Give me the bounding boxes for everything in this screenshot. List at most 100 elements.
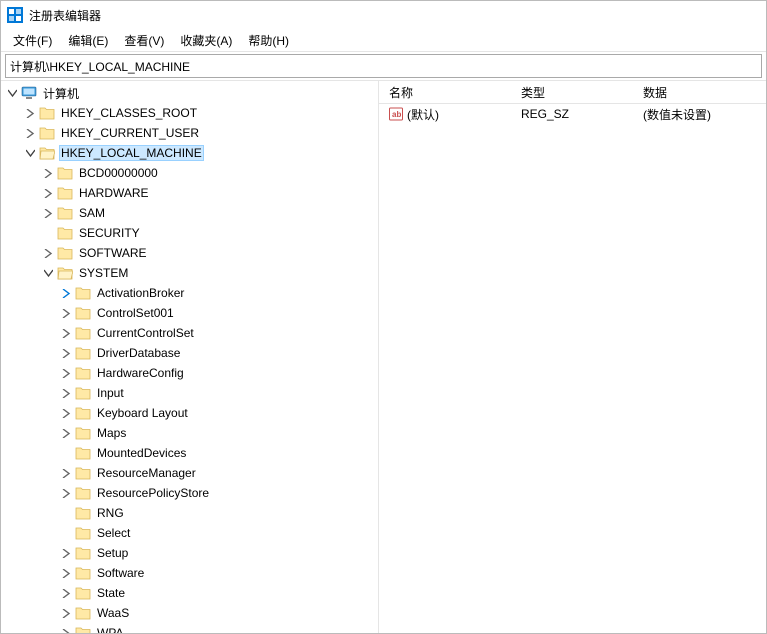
computer-icon <box>21 85 37 101</box>
content-area: 计算机 HKEY_CLASSES_ROOT HKEY_CURRENT_USER <box>1 80 766 633</box>
folder-icon <box>75 585 91 601</box>
expand-icon[interactable] <box>59 306 73 320</box>
tree-label: Select <box>95 525 132 541</box>
tree-node-system[interactable]: SYSTEM <box>1 263 378 283</box>
expand-icon[interactable] <box>59 326 73 340</box>
tree-node-currentcontrolset[interactable]: CurrentControlSet <box>1 323 378 343</box>
tree-label: HKEY_CLASSES_ROOT <box>59 105 199 121</box>
tree-label: ControlSet001 <box>95 305 176 321</box>
values-list-pane[interactable]: 名称 类型 数据 (默认) REG_SZ (数值未设置) <box>379 81 766 633</box>
expand-icon[interactable] <box>59 366 73 380</box>
tree-node-hardwareconfig[interactable]: HardwareConfig <box>1 363 378 383</box>
tree-node-hkcu[interactable]: HKEY_CURRENT_USER <box>1 123 378 143</box>
expand-icon[interactable] <box>59 406 73 420</box>
expand-icon[interactable] <box>23 126 37 140</box>
tree-pane[interactable]: 计算机 HKEY_CLASSES_ROOT HKEY_CURRENT_USER <box>1 81 379 633</box>
expand-icon[interactable] <box>5 86 19 100</box>
tree-node-sam[interactable]: SAM <box>1 203 378 223</box>
tree-node-controlset001[interactable]: ControlSet001 <box>1 303 378 323</box>
tree-label: 计算机 <box>41 84 81 103</box>
expand-icon[interactable] <box>59 286 73 300</box>
expand-icon[interactable] <box>59 486 73 500</box>
tree-node-resourcepolicystore[interactable]: ResourcePolicyStore <box>1 483 378 503</box>
tree-label: HardwareConfig <box>95 365 186 381</box>
expand-icon[interactable] <box>59 566 73 580</box>
expand-icon[interactable] <box>59 346 73 360</box>
expand-icon[interactable] <box>59 546 73 560</box>
menu-favorites[interactable]: 收藏夹(A) <box>172 30 240 51</box>
tree-node-keyboardlayout[interactable]: Keyboard Layout <box>1 403 378 423</box>
expand-icon[interactable] <box>41 246 55 260</box>
folder-icon <box>75 305 91 321</box>
menu-help[interactable]: 帮助(H) <box>240 30 297 51</box>
registry-tree: 计算机 HKEY_CLASSES_ROOT HKEY_CURRENT_USER <box>1 83 378 633</box>
address-path: 计算机\HKEY_LOCAL_MACHINE <box>10 58 190 75</box>
tree-node-bcd[interactable]: BCD00000000 <box>1 163 378 183</box>
folder-icon <box>75 445 91 461</box>
tree-node-input[interactable]: Input <box>1 383 378 403</box>
expand-icon[interactable] <box>23 146 37 160</box>
tree-node-select[interactable]: Select <box>1 523 378 543</box>
expand-icon[interactable] <box>59 626 73 633</box>
list-header: 名称 类型 数据 <box>379 81 766 104</box>
tree-node-hkcr[interactable]: HKEY_CLASSES_ROOT <box>1 103 378 123</box>
folder-icon <box>75 625 91 633</box>
tree-node-setup[interactable]: Setup <box>1 543 378 563</box>
folder-icon <box>39 125 55 141</box>
tree-node-mounteddevices[interactable]: MountedDevices <box>1 443 378 463</box>
tree-label: Input <box>95 385 126 401</box>
menu-file[interactable]: 文件(F) <box>5 30 60 51</box>
expand-icon[interactable] <box>59 586 73 600</box>
tree-node-hardware[interactable]: HARDWARE <box>1 183 378 203</box>
col-header-name[interactable]: 名称 <box>383 84 515 101</box>
folder-icon <box>57 185 73 201</box>
tree-label: BCD00000000 <box>77 165 160 181</box>
menu-edit[interactable]: 编辑(E) <box>60 30 116 51</box>
list-row[interactable]: (默认) REG_SZ (数值未设置) <box>379 104 766 124</box>
col-header-data[interactable]: 数据 <box>637 84 766 101</box>
tree-node-waas[interactable]: WaaS <box>1 603 378 623</box>
tree-node-software[interactable]: SOFTWARE <box>1 243 378 263</box>
tree-node-hklm[interactable]: HKEY_LOCAL_MACHINE <box>1 143 378 163</box>
folder-icon <box>75 485 91 501</box>
tree-label: HKEY_LOCAL_MACHINE <box>59 145 204 161</box>
window-title: 注册表编辑器 <box>29 7 101 24</box>
col-header-type[interactable]: 类型 <box>515 84 637 101</box>
expand-icon[interactable] <box>41 206 55 220</box>
menu-view[interactable]: 查看(V) <box>116 30 172 51</box>
expand-icon[interactable] <box>41 186 55 200</box>
expand-icon[interactable] <box>59 386 73 400</box>
expand-icon[interactable] <box>59 466 73 480</box>
tree-label: CurrentControlSet <box>95 325 196 341</box>
tree-node-rng[interactable]: RNG <box>1 503 378 523</box>
tree-label: SOFTWARE <box>77 245 149 261</box>
folder-icon <box>75 565 91 581</box>
tree-label: Setup <box>95 545 130 561</box>
folder-icon <box>75 365 91 381</box>
tree-node-state[interactable]: State <box>1 583 378 603</box>
folder-icon <box>57 225 73 241</box>
folder-icon <box>75 285 91 301</box>
tree-label: State <box>95 585 127 601</box>
tree-node-security[interactable]: SECURITY <box>1 223 378 243</box>
folder-icon <box>57 245 73 261</box>
tree-node-computer[interactable]: 计算机 <box>1 83 378 103</box>
registry-editor-window: 注册表编辑器 文件(F) 编辑(E) 查看(V) 收藏夹(A) 帮助(H) 计算… <box>0 0 767 634</box>
tree-node-wpa[interactable]: WPA <box>1 623 378 633</box>
expand-icon[interactable] <box>41 166 55 180</box>
tree-node-driverdatabase[interactable]: DriverDatabase <box>1 343 378 363</box>
expand-icon[interactable] <box>23 106 37 120</box>
expand-icon[interactable] <box>41 266 55 280</box>
tree-node-activationbroker[interactable]: ActivationBroker <box>1 283 378 303</box>
tree-node-software2[interactable]: Software <box>1 563 378 583</box>
app-icon <box>7 7 23 23</box>
tree-node-resourcemanager[interactable]: ResourceManager <box>1 463 378 483</box>
expand-icon[interactable] <box>59 426 73 440</box>
folder-icon <box>75 325 91 341</box>
tree-label: SYSTEM <box>77 265 130 281</box>
folder-icon <box>75 405 91 421</box>
address-bar[interactable]: 计算机\HKEY_LOCAL_MACHINE <box>5 54 762 78</box>
cell-type: REG_SZ <box>515 107 637 121</box>
expand-icon[interactable] <box>59 606 73 620</box>
tree-node-maps[interactable]: Maps <box>1 423 378 443</box>
